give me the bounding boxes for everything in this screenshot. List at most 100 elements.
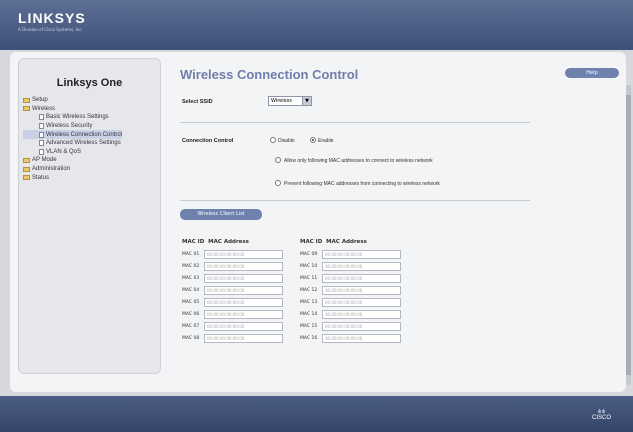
- table-row: MAC 12 00:00:00:00:00:00: [300, 284, 401, 296]
- page-icon: [39, 123, 44, 130]
- sidebar-item[interactable]: Wireless Security: [23, 122, 122, 131]
- table-row: MAC 09 00:00:00:00:00:00: [300, 248, 401, 260]
- mac-address-input[interactable]: 00:00:00:00:00:00: [204, 285, 283, 295]
- ssid-select[interactable]: Wireless ▼: [268, 96, 312, 106]
- mac-address-input[interactable]: 00:00:00:00:00:00: [322, 249, 401, 259]
- mac-address-input[interactable]: 00:00:00:00:00:00: [204, 297, 283, 307]
- linksys-logo: LINKSYS: [18, 10, 86, 26]
- chevron-down-icon[interactable]: ▼: [302, 97, 311, 105]
- mac-address-input[interactable]: 00:00:00:00:00:00: [322, 321, 401, 331]
- table-row: MAC 11 00:00:00:00:00:00: [300, 272, 401, 284]
- scrollbar-thumb[interactable]: [626, 95, 631, 375]
- mac-id-label: MAC 02: [182, 263, 200, 269]
- sidebar-brand: Linksys One: [56, 77, 123, 89]
- table-row: MAC 03 00:00:00:00:00:00: [182, 272, 283, 284]
- sidebar-item-label: AP Mode: [32, 157, 57, 164]
- table-row: MAC 05 00:00:00:00:00:00: [182, 296, 283, 308]
- mac-table-header: MAC ID MAC Address: [300, 239, 401, 248]
- mac-address-input[interactable]: 00:00:00:00:00:00: [204, 333, 283, 343]
- mac-id-label: MAC 15: [300, 323, 318, 329]
- app-window: LINKSYS A Division of Cisco Systems, Inc…: [0, 0, 633, 432]
- sidebar-item-label: Basic Wireless Settings: [46, 114, 109, 121]
- mac-id-label: MAC 06: [182, 311, 200, 317]
- table-row: MAC 06 00:00:00:00:00:00: [182, 308, 283, 320]
- mac-table-header: MAC ID MAC Address: [182, 239, 283, 248]
- mac-id-label: MAC 10: [300, 263, 318, 269]
- nav-tree: Setup Wireless Basic Wireless Settings Wire…: [23, 96, 123, 182]
- divider: [180, 122, 530, 123]
- page-icon: [39, 131, 44, 138]
- table-row: MAC 15 00:00:00:00:00:00: [300, 320, 401, 332]
- radio-prevent[interactable]: [275, 180, 281, 186]
- scrollbar[interactable]: [626, 85, 631, 385]
- page-icon: [39, 114, 44, 121]
- sidebar-item-label: Administration: [32, 166, 71, 173]
- table-row: MAC 04 00:00:00:00:00:00: [182, 284, 283, 296]
- sidebar-item[interactable]: Administration: [23, 165, 122, 174]
- sidebar-item[interactable]: Advanced Wireless Settings: [23, 139, 122, 148]
- sidebar-item[interactable]: Setup: [23, 96, 122, 105]
- table-row: MAC 13 00:00:00:00:00:00: [300, 296, 401, 308]
- sidebar-item[interactable]: Status: [23, 173, 122, 182]
- folder-icon: [23, 157, 30, 163]
- sidebar-item-label: Status: [32, 174, 50, 181]
- divider: [180, 200, 530, 201]
- radio-disable-label: Disable: [278, 138, 295, 144]
- col-mac-id: MAC ID: [300, 239, 323, 245]
- mac-address-input[interactable]: 00:00:00:00:00:00: [204, 309, 283, 319]
- wireless-client-list-button[interactable]: Wireless Client List: [180, 209, 262, 220]
- mac-address-input[interactable]: 00:00:00:00:00:00: [322, 285, 401, 295]
- col-mac-address: MAC Address: [208, 239, 249, 245]
- mac-id-label: MAC 16: [300, 335, 318, 341]
- mac-address-input[interactable]: 00:00:00:00:00:00: [322, 309, 401, 319]
- help-button[interactable]: Help: [565, 68, 619, 78]
- sidebar-item-label: Setup: [32, 97, 48, 104]
- folder-icon: [23, 175, 30, 181]
- mac-id-label: MAC 13: [300, 299, 318, 305]
- sidebar-item[interactable]: Basic Wireless Settings: [23, 113, 122, 122]
- mac-address-input[interactable]: 00:00:00:00:00:00: [204, 249, 283, 259]
- radio-enable-label: Enable: [318, 138, 334, 144]
- mac-address-input[interactable]: 00:00:00:00:00:00: [204, 321, 283, 331]
- col-mac-address: MAC Address: [326, 239, 367, 245]
- page-title: Wireless Connection Control: [180, 67, 359, 82]
- sidebar-item[interactable]: AP Mode: [23, 156, 122, 165]
- mac-id-label: MAC 07: [182, 323, 200, 329]
- mac-address-input[interactable]: 00:00:00:00:00:00: [204, 261, 283, 271]
- sidebar-item[interactable]: VLAN & QoS: [23, 148, 122, 157]
- sidebar-item[interactable]: Wireless: [23, 105, 122, 114]
- sidebar-item-label: Advanced Wireless Settings: [46, 140, 121, 147]
- ssid-select-value: Wireless: [271, 98, 292, 104]
- radio-enable[interactable]: [310, 137, 316, 143]
- prevent-text: Prevent following MAC addresses from con…: [284, 181, 440, 187]
- mac-address-input[interactable]: 00:00:00:00:00:00: [322, 333, 401, 343]
- table-row: MAC 16 00:00:00:00:00:00: [300, 332, 401, 344]
- header-bar: LINKSYS A Division of Cisco Systems, Inc…: [0, 0, 633, 50]
- select-ssid-label: Select SSID: [182, 99, 213, 105]
- mac-address-input[interactable]: 00:00:00:00:00:00: [322, 273, 401, 283]
- folder-icon: [23, 166, 30, 172]
- connection-control-label: Connection Control: [182, 138, 234, 144]
- mac-id-label: MAC 04: [182, 287, 200, 293]
- table-row: MAC 07 00:00:00:00:00:00: [182, 320, 283, 332]
- mac-table-left: MAC ID MAC Address MAC 01 00:00:00:00:00:…: [182, 239, 283, 344]
- mac-table-right: MAC ID MAC Address MAC 09 00:00:00:00:00:…: [300, 239, 401, 344]
- mac-id-label: MAC 05: [182, 299, 200, 305]
- table-row: MAC 10 00:00:00:00:00:00: [300, 260, 401, 272]
- radio-disable[interactable]: [270, 137, 276, 143]
- radio-allow[interactable]: [275, 157, 281, 163]
- sidebar-item[interactable]: Wireless Connection Control: [23, 130, 123, 139]
- mac-id-label: MAC 09: [300, 251, 318, 257]
- folder-icon: [23, 97, 30, 103]
- mac-address-input[interactable]: 00:00:00:00:00:00: [322, 261, 401, 271]
- mac-address-input[interactable]: 00:00:00:00:00:00: [204, 273, 283, 283]
- mac-address-input[interactable]: 00:00:00:00:00:00: [322, 297, 401, 307]
- page-icon: [39, 140, 44, 147]
- mac-id-label: MAC 08: [182, 335, 200, 341]
- cisco-logo: ılıılı CISCO: [592, 409, 612, 421]
- sidebar-item-label: Wireless: [32, 105, 56, 112]
- sidebar-item-label: VLAN & QoS: [46, 148, 82, 155]
- sidebar-item-label: Wireless Connection Control: [46, 131, 123, 138]
- table-row: MAC 01 00:00:00:00:00:00: [182, 248, 283, 260]
- page-icon: [39, 148, 44, 155]
